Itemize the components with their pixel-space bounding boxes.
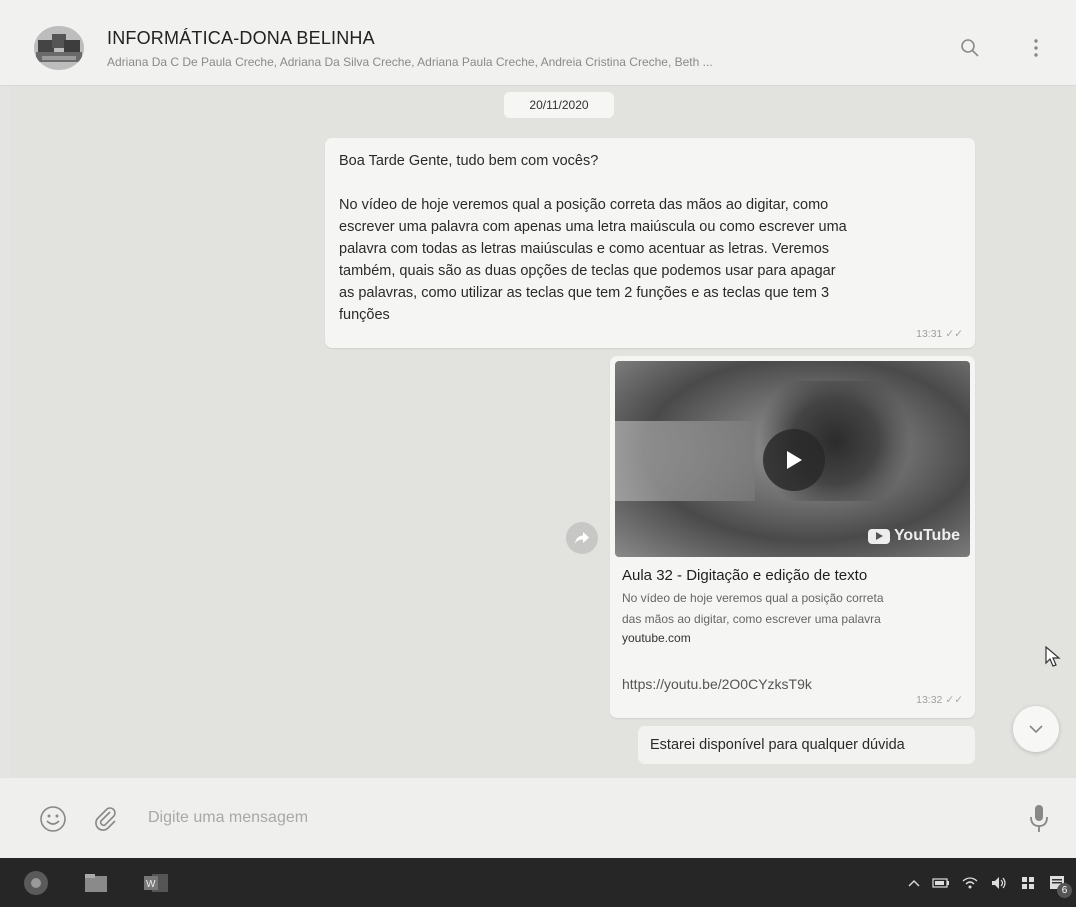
youtube-play-icon xyxy=(867,528,890,544)
read-ticks-icon: ✓✓ xyxy=(945,328,963,340)
message-meta: 13:32 ✓✓ xyxy=(916,694,963,706)
preview-desc-line: No vídeo de hoje veremos qual a posição … xyxy=(622,591,884,605)
chat-title: INFORMÁTICA-DONA BELINHA xyxy=(107,28,375,48)
explorer-taskbar-button[interactable] xyxy=(74,862,118,904)
notification-count: 6 xyxy=(1057,882,1072,898)
svg-text:W: W xyxy=(146,879,156,890)
chat-header[interactable]: INFORMÁTICA-DONA BELINHA Adriana Da C De… xyxy=(0,0,1076,86)
menu-dots-icon[interactable] xyxy=(1022,34,1050,62)
date-separator: 20/11/2020 xyxy=(504,92,614,118)
message-line: Boa Tarde Gente, tudo bem com vocês? xyxy=(339,153,599,169)
forward-icon xyxy=(575,532,589,544)
participants-list: Adriana Da C De Paula Creche, Adriana Da… xyxy=(107,55,713,69)
group-avatar[interactable] xyxy=(34,26,84,70)
folder-icon xyxy=(85,874,107,892)
message-meta: 13:31 ✓✓ xyxy=(916,328,963,340)
message-input[interactable] xyxy=(148,796,1008,840)
link-message-bubble[interactable]: YouTube Aula 32 - Digitação e edição de … xyxy=(610,356,975,718)
message-bubble[interactable]: Boa Tarde Gente, tudo bem com vocês? No … xyxy=(325,138,975,348)
chevron-up-icon[interactable] xyxy=(908,879,920,887)
message-text: Estarei disponível para qualquer dúvida xyxy=(650,737,905,753)
chrome-taskbar-button[interactable] xyxy=(14,862,58,904)
search-icon[interactable] xyxy=(956,34,984,62)
battery-icon[interactable] xyxy=(932,877,950,889)
message-line: palavra com todas as letras maiúsculas e… xyxy=(339,241,830,257)
message-time: 13:32 xyxy=(916,694,943,706)
preview-domain: youtube.com xyxy=(622,631,691,645)
attach-button[interactable] xyxy=(92,804,120,834)
system-tray: 6 xyxy=(908,858,1072,907)
message-line: também, quais são as duas opções de tecl… xyxy=(339,263,836,279)
preview-title: Aula 32 - Digitação e edição de texto xyxy=(622,567,868,584)
network-icon[interactable] xyxy=(1020,875,1036,891)
chevron-down-icon xyxy=(1029,725,1043,733)
paperclip-icon xyxy=(95,807,116,831)
scroll-to-bottom-button[interactable] xyxy=(1013,706,1059,752)
play-button[interactable] xyxy=(763,429,825,491)
microphone-icon xyxy=(1030,805,1048,832)
mouse-cursor-icon xyxy=(1045,645,1061,673)
message-line: funções xyxy=(339,307,390,323)
compose-bar xyxy=(0,778,1076,858)
youtube-logo: YouTube xyxy=(867,527,960,545)
wifi-icon[interactable] xyxy=(962,876,978,890)
message-list[interactable]: 20/11/2020 Boa Tarde Gente, tudo bem com… xyxy=(10,86,1076,778)
emoji-icon xyxy=(40,806,66,832)
forward-button[interactable] xyxy=(566,522,598,554)
preview-desc-line: das mãos ao digitar, como escrever uma p… xyxy=(622,612,881,626)
chrome-icon xyxy=(24,871,48,895)
windows-taskbar: W 6 xyxy=(0,858,1076,907)
video-link[interactable]: https://youtu.be/2O0CYzksT9k xyxy=(622,676,812,692)
word-taskbar-button[interactable]: W xyxy=(134,862,178,904)
youtube-wordmark: YouTube xyxy=(893,527,960,544)
volume-icon[interactable] xyxy=(990,876,1008,890)
microphone-button[interactable] xyxy=(1026,802,1052,836)
notification-center-icon[interactable]: 6 xyxy=(1048,874,1072,898)
message-line: No vídeo de hoje veremos qual a posição … xyxy=(339,197,829,213)
word-icon: W xyxy=(144,874,168,892)
link-preview[interactable]: Aula 32 - Digitação e edição de texto No… xyxy=(615,557,970,649)
read-ticks-icon: ✓✓ xyxy=(945,694,963,706)
message-line: as palavras, como utilizar as teclas que… xyxy=(339,285,830,301)
message-line: escrever uma palavra com apenas uma letr… xyxy=(339,219,847,235)
emoji-button[interactable] xyxy=(38,804,68,834)
play-icon xyxy=(787,451,802,469)
video-thumbnail[interactable]: YouTube xyxy=(615,361,970,557)
message-time: 13:31 xyxy=(916,328,943,340)
preview-description: No vídeo de hoje veremos qual a posição … xyxy=(622,588,963,630)
message-bubble[interactable]: Estarei disponível para qualquer dúvida xyxy=(638,726,975,764)
